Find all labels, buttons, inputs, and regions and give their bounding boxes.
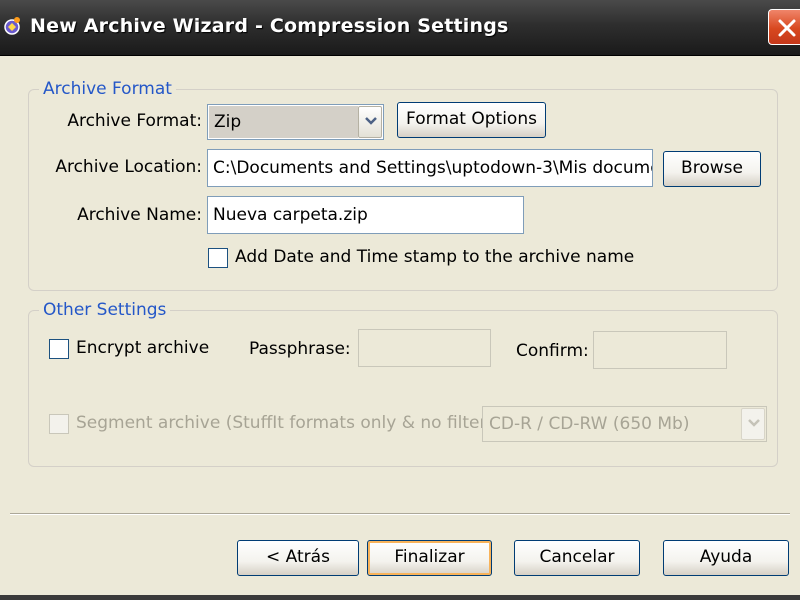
archive-format-dropdown-button[interactable] [358,106,382,138]
timestamp-checkbox[interactable] [208,248,228,268]
help-button[interactable]: Ayuda [663,540,789,576]
confirm-label: Confirm: [516,341,589,361]
archive-format-legend: Archive Format [39,79,176,99]
segment-size-select[interactable]: CD-R / CD-RW (650 Mb) [482,406,767,442]
archive-name-input[interactable]: Nueva carpeta.zip [207,196,524,234]
archive-format-select[interactable]: Zip [207,104,384,140]
confirm-input[interactable] [593,331,727,369]
archive-format-label: Archive Format: [67,111,202,131]
segment-size-dropdown-button[interactable] [741,408,765,440]
browse-button[interactable]: Browse [663,151,761,187]
footer-separator [10,513,790,515]
segment-size-value: CD-R / CD-RW (650 Mb) [484,408,741,440]
app-icon [4,17,20,35]
passphrase-input[interactable] [358,329,491,367]
close-icon [778,19,796,37]
segment-archive-checkbox[interactable] [49,414,69,434]
archive-location-label: Archive Location: [55,157,202,177]
close-button[interactable] [768,9,800,45]
encrypt-archive-label: Encrypt archive [76,338,210,358]
segment-archive-label: Segment archive (StuffIt formats only & … [76,413,508,433]
back-button[interactable]: < Atrás [237,540,359,576]
archive-location-input[interactable]: C:\Documents and Settings\uptodown-3\Mis… [207,149,653,187]
title-bar[interactable]: New Archive Wizard - Compression Setting… [0,0,800,56]
archive-name-label: Archive Name: [77,205,202,225]
other-settings-legend: Other Settings [39,300,171,320]
window-bottom-edge [0,595,800,600]
chevron-down-icon [748,419,760,427]
encrypt-archive-checkbox[interactable] [49,339,69,359]
chevron-down-icon [365,117,377,125]
timestamp-checkbox-label: Add Date and Time stamp to the archive n… [235,247,635,267]
format-options-button[interactable]: Format Options [397,102,546,138]
passphrase-label: Passphrase: [249,339,351,359]
archive-format-value: Zip [209,106,358,138]
window-title: New Archive Wizard - Compression Setting… [30,15,509,37]
cancel-button[interactable]: Cancelar [514,540,640,576]
finish-button[interactable]: Finalizar [367,540,492,576]
